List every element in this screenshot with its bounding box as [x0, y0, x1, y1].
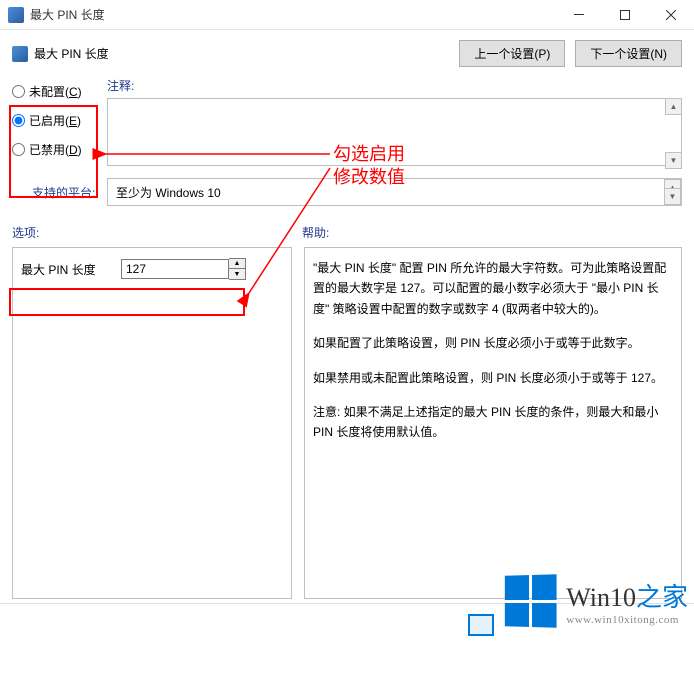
state-radio-group: 未配置(C) 已启用(E) 已禁用(D)	[12, 77, 99, 158]
policy-title: 最大 PIN 长度	[34, 45, 459, 62]
platform-scroll-down[interactable]: ▼	[664, 188, 681, 205]
radio-enabled-input[interactable]	[12, 114, 25, 127]
windows-logo-icon	[505, 574, 557, 627]
app-icon	[8, 7, 24, 23]
help-paragraph-2: 如果配置了此策略设置，则 PIN 长度必须小于或等于此数字。	[313, 333, 673, 353]
comment-scroll-up[interactable]: ▲	[665, 98, 682, 115]
window-title: 最大 PIN 长度	[30, 6, 556, 23]
watermark-url: www.win10xitong.com	[566, 614, 688, 626]
radio-not-configured-input[interactable]	[12, 85, 25, 98]
minimize-icon	[574, 14, 584, 15]
spin-up-button[interactable]: ▲	[229, 259, 245, 269]
help-paragraph-3: 如果禁用或未配置此策略设置，则 PIN 长度必须小于或等于 127。	[313, 368, 673, 388]
help-paragraph-1: "最大 PIN 长度" 配置 PIN 所允许的最大字符数。可为此策略设置配置的最…	[313, 258, 673, 319]
maximize-button[interactable]	[602, 0, 648, 30]
ok-button-partial[interactable]	[468, 614, 494, 636]
maximize-icon	[620, 10, 630, 20]
content-area: 最大 PIN 长度 上一个设置(P) 下一个设置(N) 未配置(C) 已启用(E…	[0, 30, 694, 645]
watermark-brand: Win10之家	[566, 577, 688, 614]
radio-not-configured[interactable]: 未配置(C)	[12, 83, 99, 100]
previous-setting-button[interactable]: 上一个设置(P)	[459, 40, 565, 67]
options-panel: 最大 PIN 长度 ▲ ▼	[12, 247, 292, 599]
help-panel: "最大 PIN 长度" 配置 PIN 所允许的最大字符数。可为此策略设置配置的最…	[304, 247, 682, 599]
platform-value: 至少为 Windows 10	[116, 186, 221, 200]
next-setting-button[interactable]: 下一个设置(N)	[575, 40, 682, 67]
max-pin-length-input[interactable]	[121, 259, 229, 279]
close-button[interactable]	[648, 0, 694, 30]
comment-label: 注释:	[107, 77, 682, 94]
comment-scroll-down[interactable]: ▼	[665, 152, 682, 169]
policy-icon	[12, 46, 28, 62]
help-label: 帮助:	[302, 224, 329, 241]
minimize-button[interactable]	[556, 0, 602, 30]
radio-disabled[interactable]: 已禁用(D)	[12, 141, 99, 158]
max-pin-length-label: 最大 PIN 长度	[21, 261, 121, 278]
options-label: 选项:	[12, 224, 302, 241]
annotation-text: 勾选启用 修改数值	[333, 143, 405, 190]
help-paragraph-4: 注意: 如果不满足上述指定的最大 PIN 长度的条件，则最大和最小 PIN 长度…	[313, 402, 673, 443]
spin-down-button[interactable]: ▼	[229, 269, 245, 279]
header-row: 最大 PIN 长度 上一个设置(P) 下一个设置(N)	[12, 40, 682, 67]
platform-label: 支持的平台:	[12, 184, 107, 201]
watermark: Win10之家 www.win10xitong.com	[504, 575, 688, 627]
close-icon	[666, 10, 676, 20]
radio-enabled[interactable]: 已启用(E)	[12, 112, 99, 129]
titlebar: 最大 PIN 长度	[0, 0, 694, 30]
radio-disabled-input[interactable]	[12, 143, 25, 156]
